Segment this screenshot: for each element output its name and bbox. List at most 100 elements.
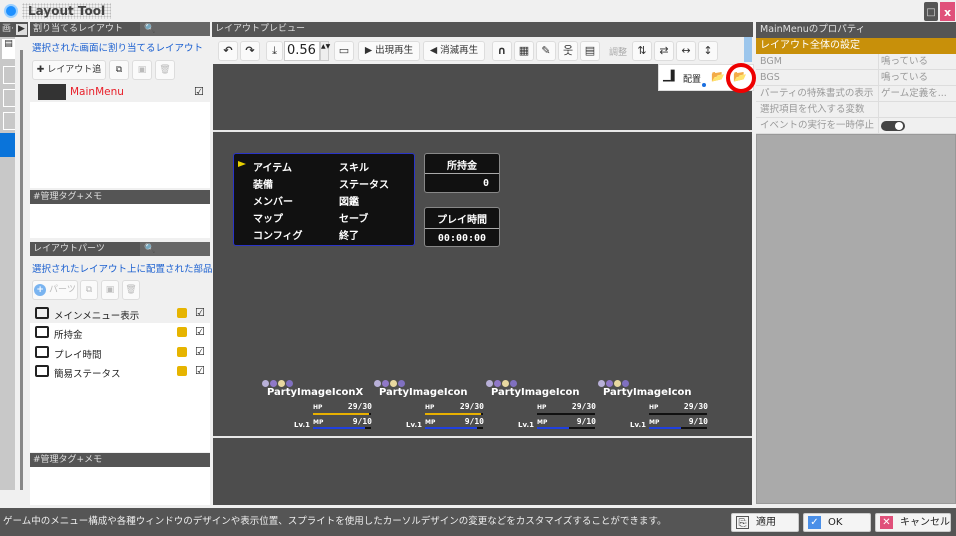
mp-bar-fill xyxy=(649,427,681,429)
ok-button[interactable]: ✓ OK xyxy=(803,513,871,532)
property-value[interactable]: 鳴っているBGM..→ xyxy=(878,54,956,82)
fit-height-icon[interactable]: ↕ xyxy=(698,41,718,61)
level-label: Lv.1 xyxy=(294,421,310,429)
screen-tab-selected[interactable]: ▤ xyxy=(2,39,15,59)
playtime-window[interactable]: プレイ時間 00:00:00 xyxy=(424,207,500,247)
part-visible-checkbox[interactable]: ☑ xyxy=(195,325,205,338)
mp-bar-fill xyxy=(537,427,569,429)
parts-search-icon[interactable]: 🔍 xyxy=(140,242,210,256)
notification-dot xyxy=(702,83,706,87)
property-row-pause-event[interactable]: イベントの実行を一時停止 xyxy=(756,118,956,134)
swap-vertical-icon[interactable]: ⇅ xyxy=(632,41,652,61)
delete-part-icon[interactable]: 🗑 xyxy=(122,280,140,300)
menu-item[interactable]: アイテム xyxy=(253,159,292,174)
grid-icon[interactable]: ▦ xyxy=(514,41,534,61)
screen-tab[interactable] xyxy=(3,66,15,84)
left-scrollbar[interactable] xyxy=(20,50,23,490)
menu-item[interactable]: 終了 xyxy=(339,227,359,242)
layout-item-checkbox[interactable]: ☑ xyxy=(194,85,204,98)
copy-layout-icon[interactable]: ⧉ xyxy=(109,60,129,80)
menu-item[interactable]: ステータス xyxy=(339,176,389,191)
redo-icon[interactable]: ↷ xyxy=(240,41,260,61)
arrange-icon[interactable]: ▁▌ xyxy=(663,71,678,82)
lock-icon[interactable] xyxy=(177,308,187,318)
layout-list-blank xyxy=(30,102,210,188)
screen-tab[interactable] xyxy=(3,112,15,130)
menu-item[interactable]: 図鑑 xyxy=(339,193,359,208)
expand-arrow-icon[interactable]: ▶ xyxy=(16,24,27,35)
properties-empty-area xyxy=(756,134,956,504)
close-button[interactable]: x xyxy=(940,2,955,21)
lock-icon[interactable] xyxy=(177,347,187,357)
menu-item[interactable]: メンバー xyxy=(253,193,293,208)
folder-icon xyxy=(35,346,49,358)
property-row-party-format[interactable]: パーティの特殊書式の表示 ゲーム定義を... xyxy=(756,86,956,102)
property-row-bgs[interactable]: BGS 鳴っているBGS..→ xyxy=(756,70,956,98)
delete-layout-icon[interactable]: 🗑 xyxy=(155,60,175,80)
property-row-variable[interactable]: 選択項目を代入する変数 xyxy=(756,102,956,118)
zoom-input[interactable]: 0.56 xyxy=(284,41,320,61)
title-bar xyxy=(0,0,956,22)
fit-zoom-icon[interactable]: ⤓ xyxy=(266,41,283,61)
menu-item[interactable]: マップ xyxy=(253,210,283,225)
swap-horizontal-icon[interactable]: ⇄ xyxy=(654,41,674,61)
part-visible-checkbox[interactable]: ☑ xyxy=(195,306,205,319)
gold-window[interactable]: 所持金 0 xyxy=(424,153,500,193)
layout-search-icon[interactable]: 🔍 xyxy=(140,22,210,36)
apply-label: 適用 xyxy=(756,517,776,528)
menu-item[interactable]: コンフィグ xyxy=(253,227,303,242)
paste-layout-icon[interactable]: ▣ xyxy=(132,60,152,80)
zoom-stepper[interactable]: ▲▼ xyxy=(320,41,330,61)
lock-icon[interactable] xyxy=(177,327,187,337)
main-menu-window[interactable]: アイテム スキル 装備 ステータス メンバー 図鑑 マップ セーブ コンフィグ … xyxy=(233,153,415,246)
apply-button[interactable]: ⎘ 適用 xyxy=(731,513,799,532)
arrange-label[interactable]: 配置 xyxy=(683,72,701,85)
play-appear-button[interactable]: ▶ 出現再生 xyxy=(358,41,420,61)
magnet-icon[interactable]: ∩ xyxy=(492,41,512,61)
layout-list-item[interactable]: MainMenu ☑ xyxy=(30,82,210,102)
lock-icon[interactable] xyxy=(177,366,187,376)
undo-icon[interactable]: ↶ xyxy=(218,41,238,61)
copy-part-icon[interactable]: ⧉ xyxy=(80,280,98,300)
property-value[interactable] xyxy=(878,118,956,134)
layout-memo-field[interactable] xyxy=(30,204,210,238)
maximize-button[interactable]: □ xyxy=(924,2,938,21)
part-item[interactable]: 簡易ステータス ☑ xyxy=(30,362,210,381)
import-folder-icon[interactable]: 📂 xyxy=(711,70,725,83)
cancel-button[interactable]: ✕ キャンセル xyxy=(875,513,951,532)
screen-icon[interactable]: ▭ xyxy=(334,41,354,61)
layout-panel-header: 割り当てるレイアウト 🔍 xyxy=(30,22,210,36)
layout-icon[interactable]: ▤ xyxy=(580,41,600,61)
screen-boundary-line xyxy=(213,130,752,132)
property-row-bgm[interactable]: BGM 鳴っているBGM..→ xyxy=(756,54,956,82)
part-visible-checkbox[interactable]: ☑ xyxy=(195,364,205,377)
part-item[interactable]: メインメニュー表示 ☑ xyxy=(30,304,210,323)
screen-tab[interactable] xyxy=(3,89,15,107)
hp-bar xyxy=(649,413,707,415)
properties-section-title[interactable]: レイアウト全体の設定 xyxy=(756,38,956,54)
mp-bar xyxy=(425,427,483,429)
menu-item[interactable]: スキル xyxy=(339,159,369,174)
part-visible-checkbox[interactable]: ☑ xyxy=(195,345,205,358)
pen-icon[interactable]: ✎ xyxy=(536,41,556,61)
screen-tab-active[interactable] xyxy=(0,133,15,157)
menu-item[interactable]: セーブ xyxy=(339,210,368,225)
gold-title: 所持金 xyxy=(447,161,477,172)
person-icon[interactable]: 웃 xyxy=(558,41,578,61)
paste-part-icon[interactable]: ▣ xyxy=(101,280,119,300)
pause-event-toggle[interactable] xyxy=(881,121,905,131)
property-value[interactable] xyxy=(878,102,956,118)
preview-toolbar-scrollbar[interactable] xyxy=(744,37,752,62)
part-item-name: プレイ時間 xyxy=(54,350,102,361)
fit-width-icon[interactable]: ↔ xyxy=(676,41,696,61)
menu-item[interactable]: 装備 xyxy=(253,176,273,191)
part-item[interactable]: 所持金 ☑ xyxy=(30,323,210,342)
play-disappear-button[interactable]: ◀ 消滅再生 xyxy=(423,41,485,61)
add-layout-button[interactable]: ✚ レイアウト追加 xyxy=(32,60,106,93)
add-part-button[interactable]: + パーツ xyxy=(32,280,78,300)
cancel-x-icon: ✕ xyxy=(880,516,893,529)
property-value[interactable]: ゲーム定義を... xyxy=(878,86,956,102)
parts-memo-field[interactable] xyxy=(30,467,210,505)
property-value[interactable]: 鳴っているBGS..→ xyxy=(878,70,956,98)
part-item[interactable]: プレイ時間 ☑ xyxy=(30,343,210,362)
